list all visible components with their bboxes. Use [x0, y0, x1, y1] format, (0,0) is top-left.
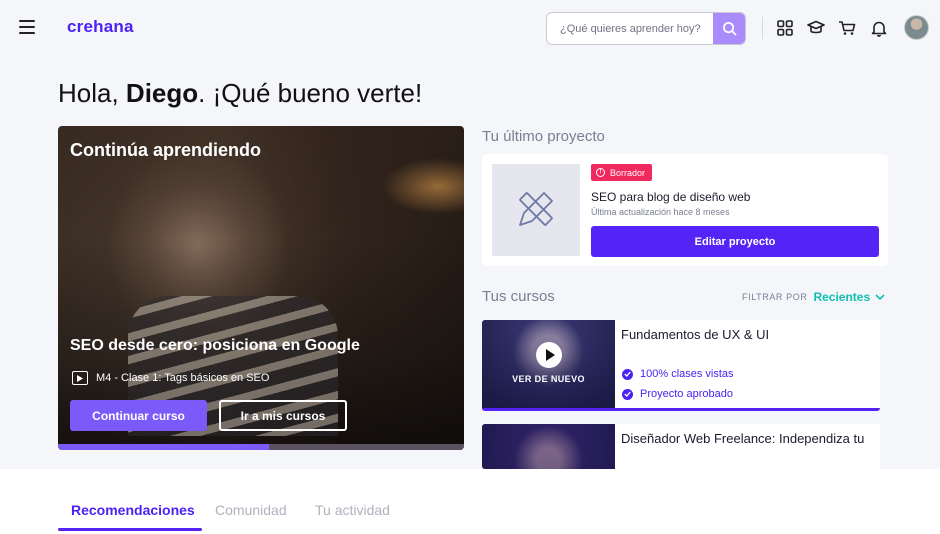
check-icon: [622, 388, 633, 400]
course-card[interactable]: VER DE NUEVO Fundamentos de UX & UI 100%…: [482, 320, 880, 411]
my-courses-button[interactable]: Ir a mis cursos: [219, 400, 347, 431]
stat-label: 100% clases vistas: [640, 368, 734, 380]
course-title: Diseñador Web Freelance: Independiza tu: [621, 431, 865, 446]
project-updated: Última actualización hace 8 meses: [591, 207, 730, 217]
continue-learning-card: Continúa aprendiendo SEO desde cero: pos…: [58, 126, 464, 450]
course-thumbnail: VER DE NUEVO: [482, 320, 615, 410]
graduation-cap-icon[interactable]: [807, 19, 825, 37]
project-thumbnail: [492, 164, 580, 256]
course-progress-bar: [482, 408, 880, 411]
filter-label: FILTRAR POR: [742, 292, 808, 302]
stat-label: Proyecto aprobado: [640, 388, 733, 400]
search-icon: [722, 22, 736, 36]
menu-icon[interactable]: [19, 20, 35, 34]
continue-learning-title: Continúa aprendiendo: [70, 140, 261, 160]
course-thumbnail: [482, 424, 615, 469]
last-project-card: ! Borrador SEO para blog de diseño web Ú…: [482, 154, 888, 266]
logo[interactable]: crehana: [67, 17, 134, 37]
course-progress-bar: [58, 444, 464, 450]
draft-badge: ! Borrador: [591, 164, 653, 181]
play-icon[interactable]: [536, 342, 562, 368]
course-progress-fill: [58, 444, 270, 450]
greeting: Hola, Diego. ¡Qué bueno verte!: [58, 78, 422, 109]
edit-project-button[interactable]: Editar proyecto: [591, 226, 879, 257]
design-tools-icon: [519, 192, 553, 226]
active-tab-indicator: [58, 528, 202, 531]
course-title: Fundamentos de UX & UI: [621, 327, 770, 342]
greeting-prefix: Hola,: [58, 78, 126, 108]
top-bar: crehana: [0, 0, 940, 56]
continue-course-button[interactable]: Continuar curso: [70, 400, 207, 431]
search-button[interactable]: [713, 13, 745, 44]
filter-value: Recientes: [813, 290, 871, 304]
check-icon: [622, 368, 633, 380]
your-courses-heading: Tus cursos: [482, 288, 555, 305]
tab-recomendaciones[interactable]: Recomendaciones: [71, 502, 195, 518]
activity-tabs: Recomendaciones Comunidad Tu actividad: [0, 469, 940, 534]
last-project-heading: Tu último proyecto: [482, 128, 605, 145]
search-box: [546, 12, 746, 45]
cart-icon[interactable]: [838, 19, 856, 37]
classes-viewed-stat: 100% clases vistas: [622, 368, 734, 380]
badge-label: Borrador: [610, 167, 646, 178]
greeting-suffix: . ¡Qué bueno verte!: [198, 78, 423, 108]
grid-icon[interactable]: [776, 19, 794, 37]
courses-filter[interactable]: FILTRAR POR Recientes: [742, 290, 885, 304]
avatar[interactable]: [904, 15, 929, 40]
watch-again-label: VER DE NUEVO: [512, 374, 585, 384]
project-approved-stat: Proyecto aprobado: [622, 388, 733, 400]
chevron-down-icon: [875, 293, 885, 300]
user-name: Diego: [125, 78, 199, 108]
tab-tu-actividad[interactable]: Tu actividad: [315, 502, 390, 518]
project-title[interactable]: SEO para blog de diseño web: [591, 190, 750, 204]
current-lesson: M4 - Clase 1: Tags básicos en SEO: [72, 371, 269, 385]
header-divider: [762, 17, 763, 39]
tab-comunidad[interactable]: Comunidad: [215, 502, 287, 518]
search-input[interactable]: [547, 13, 715, 44]
video-lesson-icon: [72, 371, 88, 385]
course-card[interactable]: Diseñador Web Freelance: Independiza tu: [482, 424, 880, 469]
current-course-title: SEO desde cero: posiciona en Google: [70, 337, 360, 354]
bell-icon[interactable]: [870, 19, 888, 37]
alert-icon: !: [596, 168, 605, 177]
lesson-label: M4 - Clase 1: Tags básicos en SEO: [96, 372, 270, 384]
